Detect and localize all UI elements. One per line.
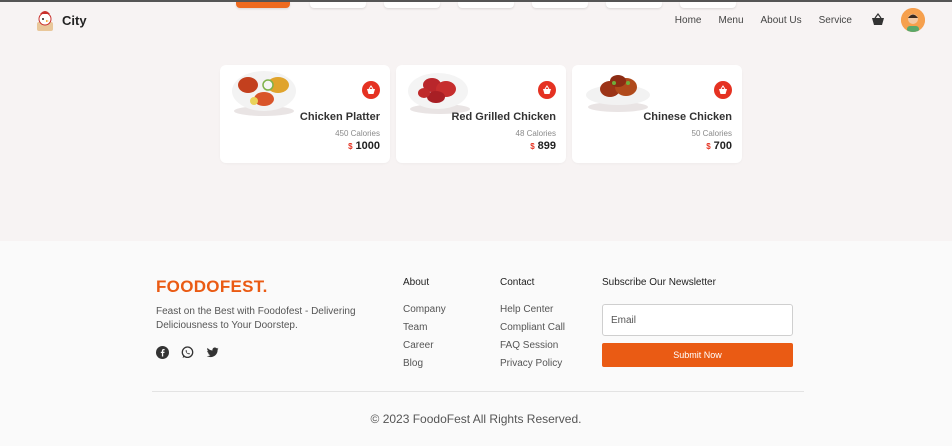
footer-about-column: About Company Team Career Blog [403,277,446,376]
currency-symbol: $ [530,142,535,151]
add-to-basket-button[interactable] [362,81,380,99]
user-avatar-icon [901,8,925,32]
footer-about-title: About [403,277,430,288]
product-name: Chinese Chicken [643,111,732,123]
newsletter-email-input[interactable] [602,304,793,336]
nav-about-us[interactable]: About Us [761,15,802,26]
product-calories: 50 Calories [691,129,732,138]
footer-link-blog[interactable]: Blog [403,358,446,369]
product-list: Chicken Platter 450 Calories $1000 Red G… [220,65,742,163]
brand[interactable]: City [34,8,87,32]
category-tab[interactable] [532,2,588,8]
footer-divider [152,391,804,392]
price-value: 1000 [355,140,380,152]
footer-description: Feast on the Best with Foodofest - Deliv… [156,306,356,331]
basket-icon[interactable] [871,13,885,27]
category-tab[interactable] [384,2,440,8]
footer-link-company[interactable]: Company [403,304,446,315]
category-tab[interactable] [606,2,662,8]
product-name: Red Grilled Chicken [451,111,556,123]
footer-link-compliant-call[interactable]: Compliant Call [500,322,565,333]
basket-icon [367,85,375,94]
category-tab-active[interactable] [236,2,290,8]
chinese-chicken-image [586,75,650,112]
chef-chicken-logo-icon [37,11,53,31]
nav-home[interactable]: Home [675,15,702,26]
price-value: 899 [537,140,556,152]
avatar[interactable] [901,8,925,32]
whatsapp-icon[interactable] [181,346,194,359]
twitter-icon[interactable] [206,346,219,359]
product-price: $700 [706,140,732,152]
add-to-basket-button[interactable] [538,81,556,99]
product-price: $899 [530,140,556,152]
product-card[interactable]: Chicken Platter 450 Calories $1000 [220,65,390,163]
copyright: © 2023 FoodoFest All Rights Reserved. [370,412,582,426]
main-nav: Home Menu About Us Service [675,8,925,32]
footer-link-team[interactable]: Team [403,322,446,333]
category-tabs-peek [236,2,736,8]
footer-brand[interactable]: FOODOFEST. [156,277,268,297]
footer-link-faq-session[interactable]: FAQ Session [500,340,565,351]
product-calories: 450 Calories [335,129,380,138]
social-links [156,346,219,359]
basket-icon [719,85,727,94]
nav-service[interactable]: Service [819,15,852,26]
footer-link-privacy-policy[interactable]: Privacy Policy [500,358,565,369]
footer-contact-column: Contact Help Center Compliant Call FAQ S… [500,277,565,376]
footer-link-help-center[interactable]: Help Center [500,304,565,315]
newsletter: Subscribe Our Newsletter Submit Now [602,277,793,367]
add-to-basket-button[interactable] [714,81,732,99]
product-card[interactable]: Chinese Chicken 50 Calories $700 [572,65,742,163]
basket-icon [543,85,551,94]
footer: FOODOFEST. Feast on the Best with Foodof… [0,241,952,446]
product-name: Chicken Platter [299,111,380,123]
footer-contact-title: Contact [500,277,535,288]
currency-symbol: $ [706,142,711,151]
product-card[interactable]: Red Grilled Chicken 48 Calories $899 [396,65,566,163]
newsletter-title: Subscribe Our Newsletter [602,277,716,288]
facebook-icon[interactable] [156,346,169,359]
brand-name: City [62,12,87,28]
category-tab[interactable] [310,2,366,8]
chicken-platter-image [232,71,296,116]
nav-menu[interactable]: Menu [718,15,743,26]
footer-link-career[interactable]: Career [403,340,446,351]
price-value: 700 [713,140,732,152]
product-calories: 48 Calories [515,129,556,138]
category-tab[interactable] [458,2,514,8]
product-price: $1000 [348,140,380,152]
submit-now-button[interactable]: Submit Now [602,343,793,367]
currency-symbol: $ [348,142,353,151]
